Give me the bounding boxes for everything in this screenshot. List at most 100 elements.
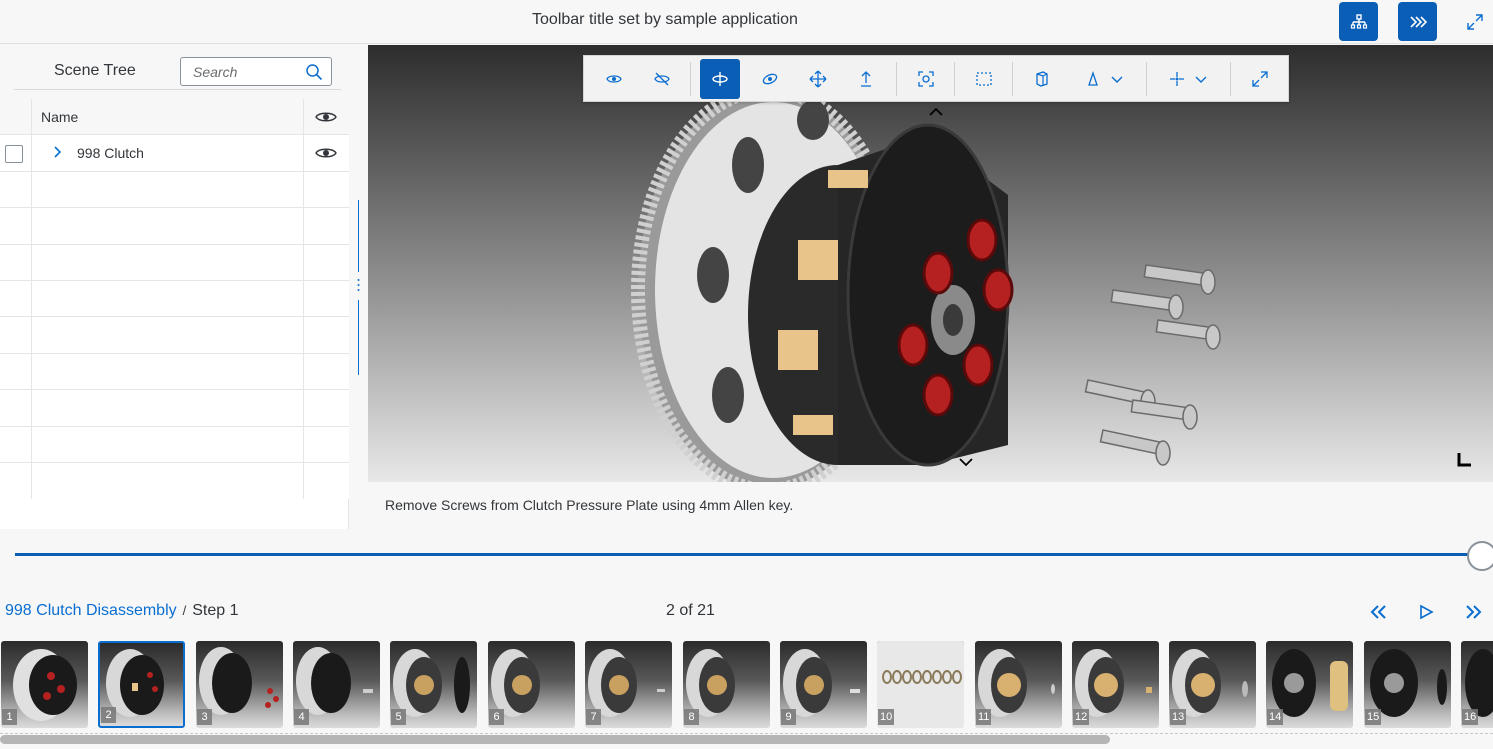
- step-thumbnail[interactable]: 16: [1461, 641, 1493, 728]
- play-button[interactable]: [1412, 598, 1440, 626]
- visibility-header-eye-icon[interactable]: [315, 110, 337, 124]
- step-description: Remove Screws from Clutch Pressure Plate…: [385, 497, 794, 513]
- column-divider: [303, 353, 304, 390]
- table-row[interactable]: 998 Clutch: [0, 135, 349, 172]
- column-divider: [31, 244, 32, 280]
- step-number: 10: [878, 709, 895, 725]
- step-navigation-toggle-button[interactable]: [1398, 2, 1437, 41]
- view-cube-button[interactable]: [1022, 59, 1062, 99]
- hide-button[interactable]: [644, 59, 680, 99]
- step-thumbnail[interactable]: 13: [1169, 641, 1256, 728]
- viewport-fullscreen-button[interactable]: [1240, 59, 1280, 99]
- step-thumbnail[interactable]: 7: [585, 641, 672, 728]
- camera-view-dropdown[interactable]: [1074, 59, 1134, 99]
- step-number: 15: [1365, 709, 1382, 725]
- step-thumbnail[interactable]: 3: [196, 641, 283, 728]
- search-input[interactable]: [181, 58, 301, 85]
- pan-button[interactable]: [798, 59, 838, 99]
- axis-indicator-icon: [1457, 453, 1471, 467]
- column-divider: [303, 99, 304, 135]
- explode-icon: [1170, 72, 1184, 86]
- table-row: [0, 426, 349, 463]
- next-step-button[interactable]: [1460, 598, 1488, 626]
- double-chevron-left-icon: [1370, 605, 1386, 619]
- breadcrumb-separator: /: [182, 603, 187, 618]
- thumbnail-scrollbar[interactable]: [0, 735, 1110, 744]
- step-number: 16: [1462, 709, 1479, 725]
- fullscreen-icon: [1252, 71, 1268, 87]
- orbit-button[interactable]: [750, 59, 790, 99]
- column-divider: [31, 390, 32, 426]
- chevron-right-icon[interactable]: [52, 145, 64, 159]
- column-divider: [31, 353, 32, 390]
- panel-splitter[interactable]: [357, 200, 360, 375]
- column-divider: [303, 208, 304, 244]
- step-thumbnail[interactable]: 6: [488, 641, 575, 728]
- chevron-up-icon[interactable]: [928, 107, 944, 117]
- zoom-to-fit-icon: [918, 71, 934, 87]
- toolbar-title: Toolbar title set by sample application: [532, 11, 798, 28]
- 3d-viewport[interactable]: [368, 45, 1493, 482]
- step-number: 12: [1073, 709, 1090, 725]
- step-thumbnail[interactable]: 4: [293, 641, 380, 728]
- table-row: [0, 390, 349, 427]
- toolbar-separator: [1012, 62, 1013, 96]
- viewport-toolbar: [583, 55, 1289, 102]
- step-number: 5: [391, 709, 406, 725]
- fullscreen-button[interactable]: [1455, 2, 1493, 41]
- step-number: 6: [489, 709, 504, 725]
- step-number: 3: [197, 709, 212, 725]
- step-thumbnail[interactable]: 8: [683, 641, 770, 728]
- current-step-label: Step 1: [192, 602, 239, 619]
- scene-tree-toggle-button[interactable]: [1339, 2, 1378, 41]
- eye-hidden-icon: [654, 72, 670, 86]
- step-thumbnail[interactable]: 15: [1364, 641, 1451, 728]
- cube-icon: [1036, 71, 1048, 87]
- table-header-row: Name: [0, 99, 349, 136]
- step-number: 2: [101, 707, 116, 723]
- step-description-bar: Remove Screws from Clutch Pressure Plate…: [368, 482, 1493, 529]
- chevron-down-icon: [1195, 76, 1207, 83]
- step-number: 1: [2, 709, 17, 725]
- timeline-slider-track[interactable]: [15, 553, 1483, 556]
- toolbar-separator: [954, 62, 955, 96]
- step-thumbnail[interactable]: 11: [975, 641, 1062, 728]
- tree-node-label[interactable]: 998 Clutch: [77, 145, 144, 161]
- table-row: [0, 280, 349, 318]
- step-thumbnail[interactable]: 9: [780, 641, 867, 728]
- column-divider: [31, 280, 32, 317]
- turntable-button[interactable]: [700, 59, 740, 99]
- column-divider: [31, 462, 32, 500]
- column-header-name[interactable]: Name: [41, 109, 78, 125]
- explode-dropdown[interactable]: [1158, 59, 1218, 99]
- procedure-breadcrumb: 998 Clutch Disassembly / Step 1: [5, 602, 239, 620]
- step-number: 9: [781, 709, 796, 725]
- search-icon[interactable]: [305, 63, 323, 81]
- step-number: 4: [294, 709, 309, 725]
- row-select-checkbox[interactable]: [5, 145, 23, 164]
- timeline-slider-handle[interactable]: [1467, 541, 1493, 571]
- triple-chevron-right-icon: [1409, 15, 1427, 28]
- zoom-to-fit-button[interactable]: [906, 59, 946, 99]
- column-divider: [303, 244, 304, 280]
- step-number: 14: [1267, 709, 1284, 725]
- step-thumbnail[interactable]: 1: [1, 641, 88, 728]
- show-button[interactable]: [596, 59, 632, 99]
- chevron-down-icon: [1111, 76, 1123, 83]
- step-thumbnail[interactable]: 5: [390, 641, 477, 728]
- step-thumbnail-selected[interactable]: 2: [98, 641, 185, 728]
- step-thumbnail[interactable]: 10: [877, 641, 964, 728]
- orbit-icon: [762, 73, 778, 85]
- rectangular-selection-button[interactable]: [964, 59, 1004, 99]
- column-divider: [31, 317, 32, 353]
- previous-step-button[interactable]: [1364, 598, 1392, 626]
- visibility-eye-icon[interactable]: [315, 146, 337, 160]
- step-thumbnail[interactable]: 14: [1266, 641, 1353, 728]
- chevron-down-icon[interactable]: [958, 457, 974, 467]
- turntable-icon: [712, 72, 728, 86]
- step-thumbnail[interactable]: 12: [1072, 641, 1159, 728]
- zoom-button[interactable]: [846, 59, 886, 99]
- procedure-link[interactable]: 998 Clutch Disassembly: [5, 602, 177, 619]
- table-row: [0, 171, 349, 209]
- scene-tree-header: Scene Tree: [0, 45, 349, 99]
